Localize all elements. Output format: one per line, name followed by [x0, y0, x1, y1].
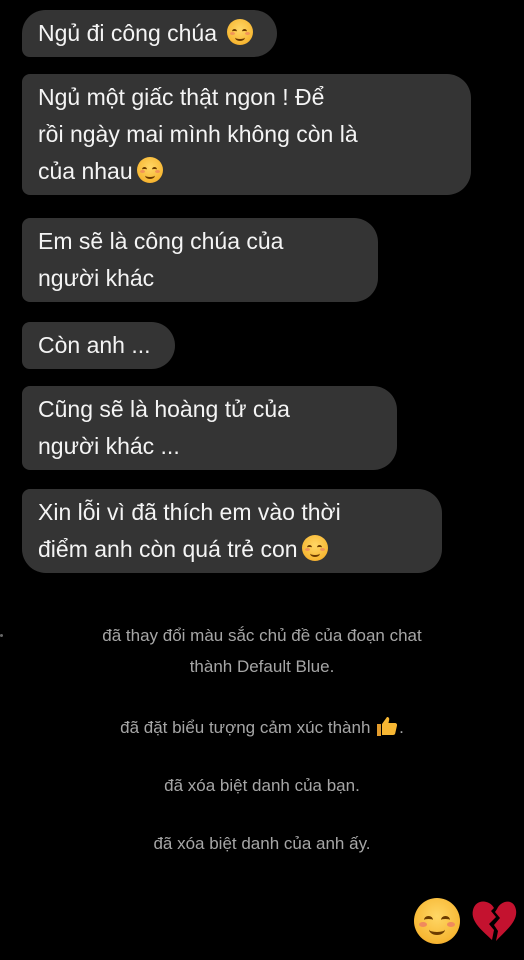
- message-text-line: của nhau: [38, 153, 447, 190]
- message-text-line: rồi ngày mai mình không còn là: [38, 121, 358, 147]
- message-bubble[interactable]: Xin lỗi vì đã thích em vào thời điểm anh…: [22, 489, 442, 573]
- message-text-line: người khác: [38, 265, 155, 291]
- message-bubble[interactable]: Cũng sẽ là hoàng tử của người khác ...: [22, 386, 397, 470]
- system-note-theme: đã thay đổi màu sắc chủ đề của đoạn chat…: [102, 626, 422, 676]
- message-text-line: người khác ...: [38, 433, 180, 459]
- smiling-blush-emoji-icon[interactable]: [414, 898, 460, 944]
- system-note-nickname-him: đã xóa biệt danh của anh ấy.: [153, 834, 371, 853]
- system-note-emoji: đã đặt biểu tượng cảm xúc thành .: [0, 712, 524, 743]
- reaction-row: [414, 898, 518, 944]
- message-text: Ngủ đi công chúa: [38, 20, 218, 46]
- message-text-line: Xin lỗi vì đã thích em vào thời: [38, 499, 341, 525]
- smiling-blush-emoji-icon: [136, 157, 163, 183]
- message-text-line: Em sẽ là công chúa của: [38, 228, 284, 254]
- message-text: Còn anh ...: [38, 332, 151, 358]
- smiling-blush-emoji-icon: [227, 19, 254, 45]
- message-text-line: Ngủ một giấc thật ngon ! Để: [38, 84, 325, 110]
- message-bubble[interactable]: Em sẽ là công chúa của người khác: [22, 218, 378, 302]
- message-bubble[interactable]: Ngủ một giấc thật ngon ! Để rồi ngày mai…: [22, 74, 471, 195]
- message-bubble[interactable]: Ngủ đi công chúa: [22, 10, 278, 57]
- message-bubble[interactable]: Còn anh ...: [22, 322, 175, 369]
- broken-heart-icon[interactable]: [470, 898, 518, 944]
- message-text-line: Cũng sẽ là hoàng tử của: [38, 396, 290, 422]
- thumbs-up-icon: [375, 715, 399, 737]
- smiling-blush-emoji-icon: [301, 535, 328, 561]
- system-note-nickname-you: đã xóa biệt danh của bạn.: [164, 776, 360, 795]
- message-text-line: điểm anh còn quá trẻ con: [38, 531, 418, 568]
